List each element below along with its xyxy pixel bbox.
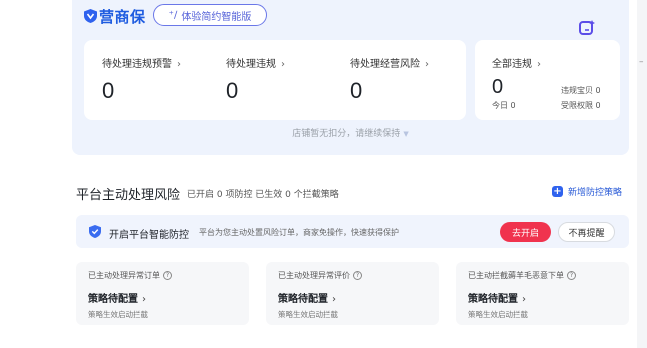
stat-value: 0: [350, 78, 363, 103]
strategy-card-label: 已主动处理异常订单: [88, 271, 160, 280]
brand-logo: 营商保: [84, 6, 146, 26]
banner-description: 平台为您主动处置风险订单，商家免操作，快速获得保护: [199, 228, 399, 237]
strategy-card-description: 策略生效启动拦截: [468, 310, 528, 319]
stat-label: 待处理经营风险: [350, 59, 420, 70]
help-icon[interactable]: ?: [163, 271, 172, 280]
stat-value: 0: [102, 78, 115, 103]
add-strategy-button[interactable]: + 新增防控策略: [552, 185, 622, 198]
configure-strategy-label: 策略待配置: [468, 294, 518, 305]
chevron-right-icon: ›: [142, 294, 146, 305]
stat-label: 全部违规: [492, 59, 532, 70]
try-simple-version-button[interactable]: ⁺∕ 体验简约智能版: [153, 4, 267, 26]
stat-value: 0: [492, 76, 504, 98]
strategy-card-label: 已主动处理异常评价: [278, 271, 350, 280]
smart-protection-banner: 开启平台智能防控 平台为您主动处置风险订单，商家免操作，快速获得保护 去开启 不…: [76, 215, 629, 248]
configure-strategy-label: 策略待配置: [278, 294, 328, 305]
chevron-right-icon: ›: [522, 294, 526, 305]
version-button-label: 体验简约智能版: [181, 11, 252, 23]
chevron-right-icon: ›: [332, 294, 336, 305]
dismiss-button[interactable]: 不再提醒: [558, 222, 615, 242]
ai-assistant-button[interactable]: [575, 16, 599, 40]
stat-label: 待处理违规预警: [102, 59, 172, 70]
today-count: 今日 0: [492, 101, 516, 110]
enable-button[interactable]: 去开启: [500, 222, 551, 242]
ai-sparkle-icon: [579, 20, 595, 35]
shield-check-icon: [89, 225, 101, 238]
chevron-right-icon: ›: [281, 59, 285, 70]
chevron-right-icon: ›: [425, 59, 429, 70]
panel-edge-mark: –: [639, 57, 644, 67]
strategy-card-description: 策略生效启动拦截: [278, 310, 338, 319]
all-violations-card[interactable]: 全部违规 › 0 今日 0 违规宝贝 0 受限权限 0: [475, 40, 620, 120]
configure-strategy-link[interactable]: 策略待配置 ›: [88, 290, 146, 305]
score-status-text: 店铺暂无扣分，请继续保持: [292, 129, 401, 139]
strategy-card-label: 已主动拦截薅羊毛恶意下单: [468, 271, 564, 280]
right-panel-edge: –: [637, 0, 647, 348]
configure-strategy-link[interactable]: 策略待配置 ›: [278, 290, 336, 305]
stat-all-violations: 全部违规 › 0: [492, 55, 541, 99]
caret-down-icon[interactable]: ▼: [403, 130, 408, 138]
sparkle-icon: ⁺∕: [168, 9, 178, 21]
strategy-card-abnormal-reviews: 已主动处理异常评价? 策略待配置 › 策略生效启动拦截: [266, 262, 439, 325]
restricted-permissions-count: 受限权限 0: [561, 101, 601, 110]
configure-strategy-link[interactable]: 策略待配置 ›: [468, 290, 526, 305]
stat-pending-business-risks[interactable]: 待处理经营风险 › 0: [350, 55, 429, 104]
pending-stats-card: 待处理违规预警 › 0 待处理违规 › 0 待处理经营风险 › 0: [84, 40, 466, 120]
stat-pending-violations[interactable]: 待处理违规 › 0: [226, 55, 285, 104]
strategy-card-abnormal-orders: 已主动处理异常订单? 策略待配置 › 策略生效启动拦截: [76, 262, 249, 325]
score-status: 店铺暂无扣分，请继续保持 ▼: [72, 126, 629, 139]
plus-icon: +: [552, 186, 563, 197]
violation-treasure-count: 违规宝贝 0: [561, 86, 601, 95]
stat-value: 0: [226, 78, 239, 103]
configure-strategy-label: 策略待配置: [88, 294, 138, 305]
section-subtitle: 已开启 0 项防控 已生效 0 个拦截策略: [187, 190, 339, 200]
shield-logo-icon: [84, 9, 97, 23]
strategy-card-malicious-orders: 已主动拦截薅羊毛恶意下单? 策略待配置 › 策略生效启动拦截: [456, 262, 629, 325]
help-icon[interactable]: ?: [353, 271, 362, 280]
chevron-right-icon: ›: [537, 59, 541, 70]
section-title: 平台主动处理风险: [76, 188, 181, 203]
stat-label: 待处理违规: [226, 59, 276, 70]
chevron-right-icon: ›: [177, 59, 181, 70]
brand-name: 营商保: [99, 7, 146, 26]
banner-title: 开启平台智能防控: [109, 230, 189, 241]
add-strategy-label: 新增防控策略: [568, 188, 623, 198]
stat-pending-warnings[interactable]: 待处理违规预警 › 0: [102, 55, 181, 104]
strategy-card-description: 策略生效启动拦截: [88, 310, 148, 319]
help-icon[interactable]: ?: [567, 271, 576, 280]
